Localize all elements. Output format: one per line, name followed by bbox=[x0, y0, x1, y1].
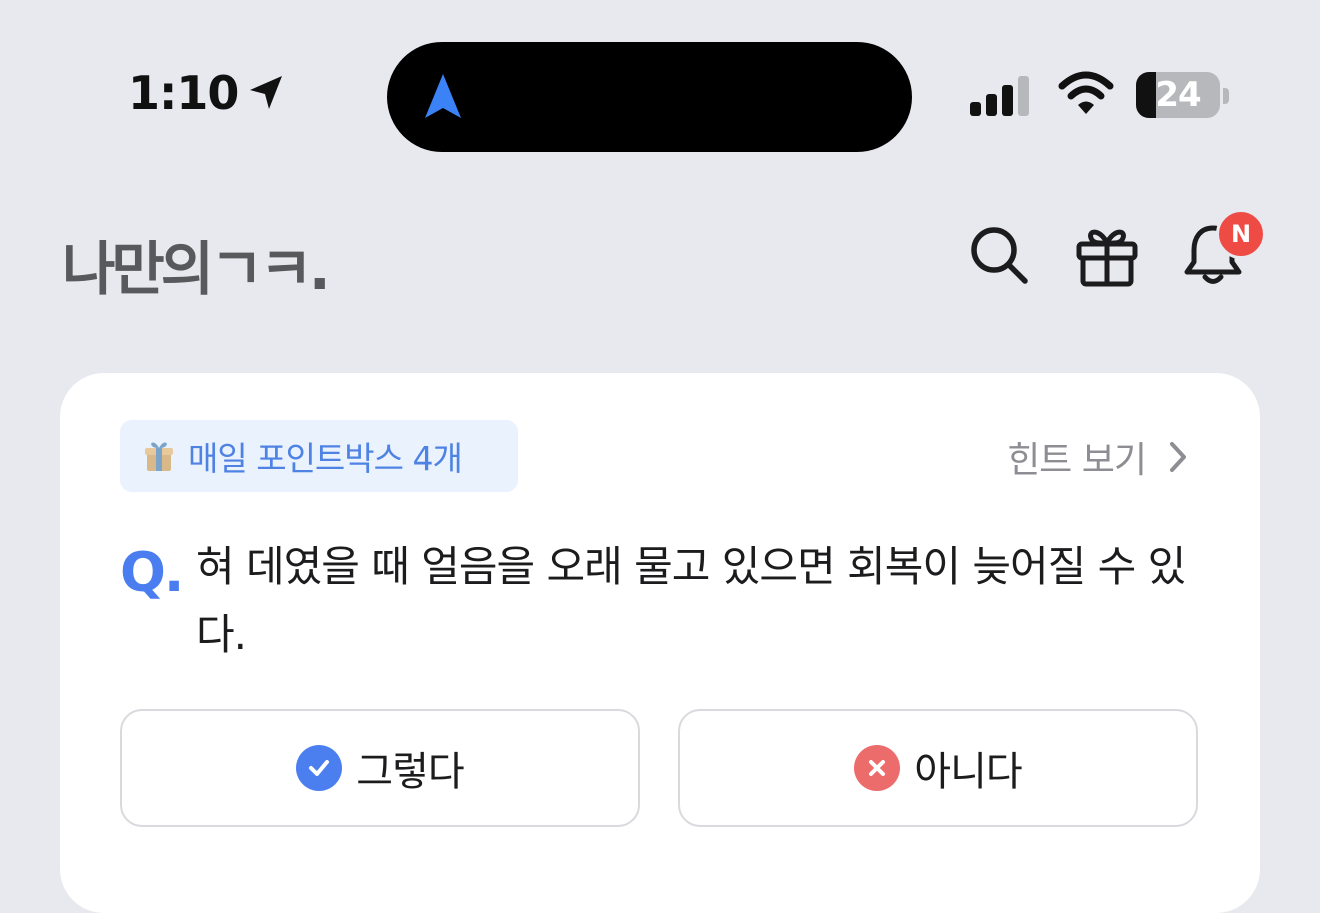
points-label: 매일 포인트박스 4개 bbox=[188, 439, 463, 478]
battery-icon: 24 bbox=[1136, 72, 1220, 118]
location-arrow-icon bbox=[250, 76, 283, 109]
navigation-arrow-icon bbox=[425, 74, 461, 118]
answer-no-button[interactable]: 아니다 bbox=[678, 709, 1198, 827]
wifi-icon bbox=[1058, 71, 1114, 114]
question-prefix: Q. bbox=[120, 541, 184, 604]
answer-no-label: 아니다 bbox=[914, 749, 1022, 795]
check-icon bbox=[296, 745, 343, 791]
chevron-right-icon bbox=[1170, 442, 1186, 472]
status-time: 1:10 bbox=[128, 66, 286, 120]
hint-link[interactable]: 힌트 보기 bbox=[1007, 431, 1190, 483]
gift-icon[interactable] bbox=[1074, 222, 1140, 288]
dynamic-island bbox=[387, 42, 912, 152]
hint-label: 힌트 보기 bbox=[1007, 440, 1147, 481]
answer-yes-button[interactable]: 그렇다 bbox=[120, 709, 640, 827]
app-logo[interactable]: 나만의ㄱㅋ. bbox=[62, 222, 331, 306]
search-icon[interactable] bbox=[966, 222, 1032, 288]
notification-badge: N bbox=[1216, 209, 1266, 259]
battery-tip bbox=[1223, 88, 1229, 104]
cellular-signal-icon bbox=[970, 76, 1029, 116]
daily-point-box-chip[interactable]: 매일 포인트박스 4개 bbox=[120, 420, 518, 492]
question-text: 혀 데였을 때 얼음을 오래 물고 있으면 회복이 늦어질 수 있다. bbox=[196, 542, 1186, 659]
x-icon bbox=[854, 745, 901, 791]
gift-box-icon bbox=[145, 442, 173, 471]
clock-text: 1:10 bbox=[128, 66, 239, 120]
answer-yes-label: 그렇다 bbox=[356, 749, 464, 795]
battery-level: 24 bbox=[1155, 75, 1201, 115]
quiz-card: 매일 포인트박스 4개 힌트 보기 Q. 혀 데였을 때 얼음을 오래 물고 있… bbox=[60, 373, 1260, 913]
